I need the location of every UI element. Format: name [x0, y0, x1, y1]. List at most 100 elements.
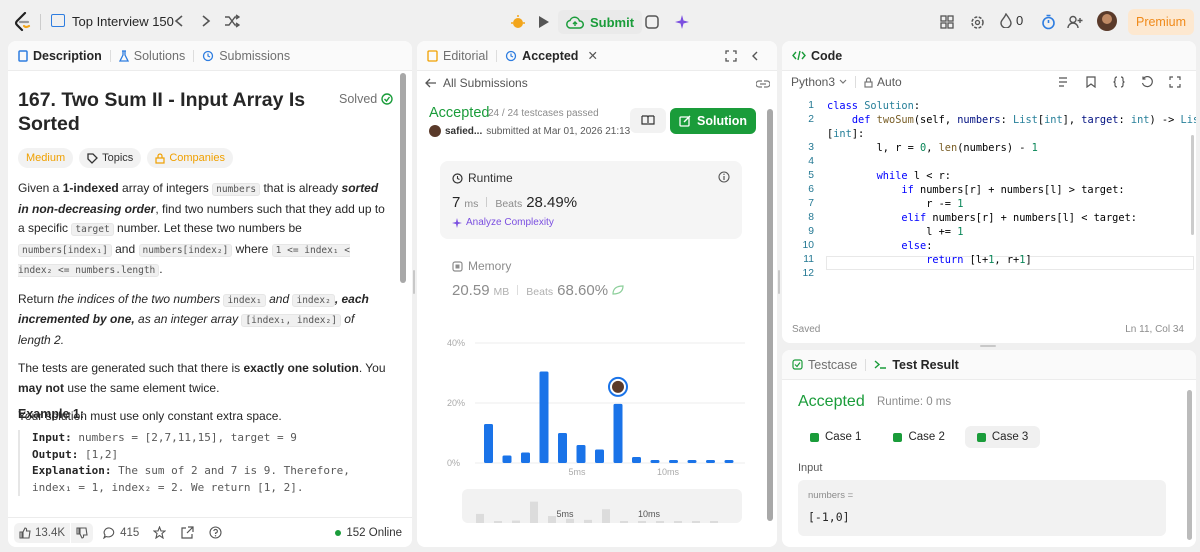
shuffle-icon[interactable] — [220, 9, 244, 33]
arrow-left-icon — [425, 78, 436, 88]
resize-handle-vertical[interactable] — [778, 270, 780, 294]
tab-test-result[interactable]: Test Result — [874, 358, 959, 372]
distribution-bar — [558, 433, 567, 463]
tab-solutions[interactable]: Solutions — [118, 49, 185, 63]
avatar[interactable] — [1097, 11, 1117, 31]
notes-icon[interactable] — [640, 10, 664, 34]
top-bar: Top Interview 150 Submit 0 Premium — [0, 0, 1200, 43]
tab-testcase[interactable]: Testcase — [792, 358, 857, 372]
dislike-button[interactable] — [71, 522, 94, 543]
premium-button[interactable]: Premium — [1128, 9, 1194, 35]
distribution-bar — [613, 403, 623, 463]
help-icon[interactable] — [203, 521, 227, 545]
code-editor[interactable]: 1 2 3 4 5 6 7 8 9 10 11 12 class Solution: def twoS… — [782, 99, 1196, 313]
fullscreen-icon[interactable] — [1163, 70, 1187, 94]
tab-code[interactable]: Code — [792, 49, 842, 63]
line-number — [790, 127, 814, 141]
editorial-button[interactable] — [630, 108, 666, 133]
submitter-info: safied... submitted at Mar 01, 2026 21:13 — [429, 125, 630, 137]
memory-card[interactable]: Memory 20.59 MB Beats 68.60% — [440, 249, 742, 309]
list-icon[interactable] — [51, 14, 65, 27]
chip-icon — [452, 260, 463, 272]
example-title: Example 1: — [18, 407, 85, 421]
result-scrollbar[interactable] — [1187, 390, 1192, 540]
prev-problem-icon[interactable] — [167, 9, 191, 33]
autocomplete-mode[interactable]: Auto — [864, 75, 902, 89]
settings-gear-icon[interactable] — [965, 10, 989, 34]
mini-bar — [602, 509, 610, 523]
code-line: return [l+1, r+1] — [926, 254, 1032, 266]
streak-counter[interactable]: 0 — [1000, 13, 1023, 28]
lock-icon — [155, 152, 165, 164]
code-line: elif numbers[r] + numbers[l] < target: — [901, 212, 1137, 224]
braces-icon[interactable] — [1107, 70, 1131, 94]
collapse-icon[interactable] — [743, 44, 767, 68]
ai-sparkle-icon[interactable] — [670, 10, 694, 34]
case-tab-3[interactable]: Case 3 — [964, 426, 1041, 448]
distribution-bar — [706, 460, 715, 463]
timer-icon[interactable] — [1036, 10, 1060, 34]
problem-title: 167. Two Sum II - Input Array Is Sorted — [18, 89, 306, 135]
resize-handle-vertical[interactable] — [413, 270, 415, 294]
mini-bar — [638, 521, 646, 523]
avatar[interactable] — [429, 125, 441, 137]
reset-icon[interactable] — [1135, 70, 1159, 94]
solution-button[interactable]: Solution — [670, 108, 756, 134]
share-icon[interactable] — [175, 521, 199, 545]
debug-icon[interactable] — [506, 10, 530, 34]
link-icon[interactable] — [751, 72, 775, 96]
comment-icon — [103, 526, 115, 539]
maximize-icon[interactable] — [719, 44, 743, 68]
case-tab-1[interactable]: Case 1 — [798, 426, 873, 448]
mini-range-chart[interactable]: 5ms 10ms — [462, 489, 742, 523]
difficulty-badge[interactable]: Medium — [18, 148, 74, 168]
runtime-beats: 28.49% — [526, 194, 578, 211]
resize-handle-horizontal[interactable] — [980, 345, 996, 347]
runtime-card[interactable]: Runtime 7 ms Beats 28.49% Analyze Comple… — [440, 161, 742, 239]
submission-scrollbar[interactable] — [767, 109, 773, 521]
code-line: [int]: — [827, 128, 865, 140]
next-problem-icon[interactable] — [194, 9, 218, 33]
y-tick-label: 20% — [447, 398, 465, 408]
distribution-bar — [576, 445, 586, 463]
close-tab-icon[interactable]: ✕ — [587, 48, 597, 63]
description-scrollbar[interactable] — [400, 73, 406, 283]
tab-submissions[interactable]: Submissions — [202, 49, 290, 63]
all-submissions-link[interactable]: All Submissions — [425, 76, 528, 90]
notes-icon[interactable] — [1051, 70, 1075, 94]
cursor-position: Ln 11, Col 34 — [1125, 324, 1184, 335]
tab-editorial[interactable]: Editorial — [427, 49, 488, 63]
language-select[interactable]: Python3 — [791, 75, 847, 89]
variable-value: [-1,0] — [808, 510, 850, 524]
analyze-complexity-link[interactable]: Analyze Complexity — [452, 217, 554, 228]
editor-scrollbar[interactable] — [1191, 135, 1194, 235]
sparkle-icon — [452, 217, 462, 228]
mini-bar — [620, 521, 628, 523]
memory-beats: 68.60% — [557, 282, 609, 299]
code-header: Code — [782, 41, 1196, 71]
logo[interactable] — [14, 12, 32, 32]
bookmark-icon[interactable] — [1079, 70, 1103, 94]
problem-list-title[interactable]: Top Interview 150 — [72, 14, 174, 29]
layout-icon[interactable] — [935, 10, 959, 34]
like-button[interactable]: 13.4K — [14, 522, 71, 543]
thumbs-down-icon — [76, 526, 88, 539]
comments-button[interactable]: 415 — [103, 527, 139, 539]
check-circle-icon — [381, 93, 393, 105]
companies-tag[interactable]: Companies — [147, 148, 233, 168]
tab-description[interactable]: Description — [18, 49, 102, 63]
tab-accepted[interactable]: Accepted ✕ — [505, 48, 598, 63]
mini-bar — [476, 513, 484, 523]
memory-unit: MB — [493, 286, 510, 298]
leaf-icon — [612, 285, 624, 295]
distribution-bar — [669, 460, 678, 463]
star-icon[interactable] — [147, 521, 171, 545]
submit-button[interactable]: Submit — [558, 10, 643, 34]
run-icon[interactable] — [531, 10, 555, 34]
info-icon[interactable] — [712, 165, 736, 189]
case-tab-2[interactable]: Case 2 — [881, 426, 956, 448]
runtime-distribution-chart: 40% 20% 0% 5ms 10ms — [435, 333, 755, 483]
add-user-icon[interactable] — [1063, 10, 1087, 34]
topics-tag[interactable]: Topics — [79, 148, 142, 168]
